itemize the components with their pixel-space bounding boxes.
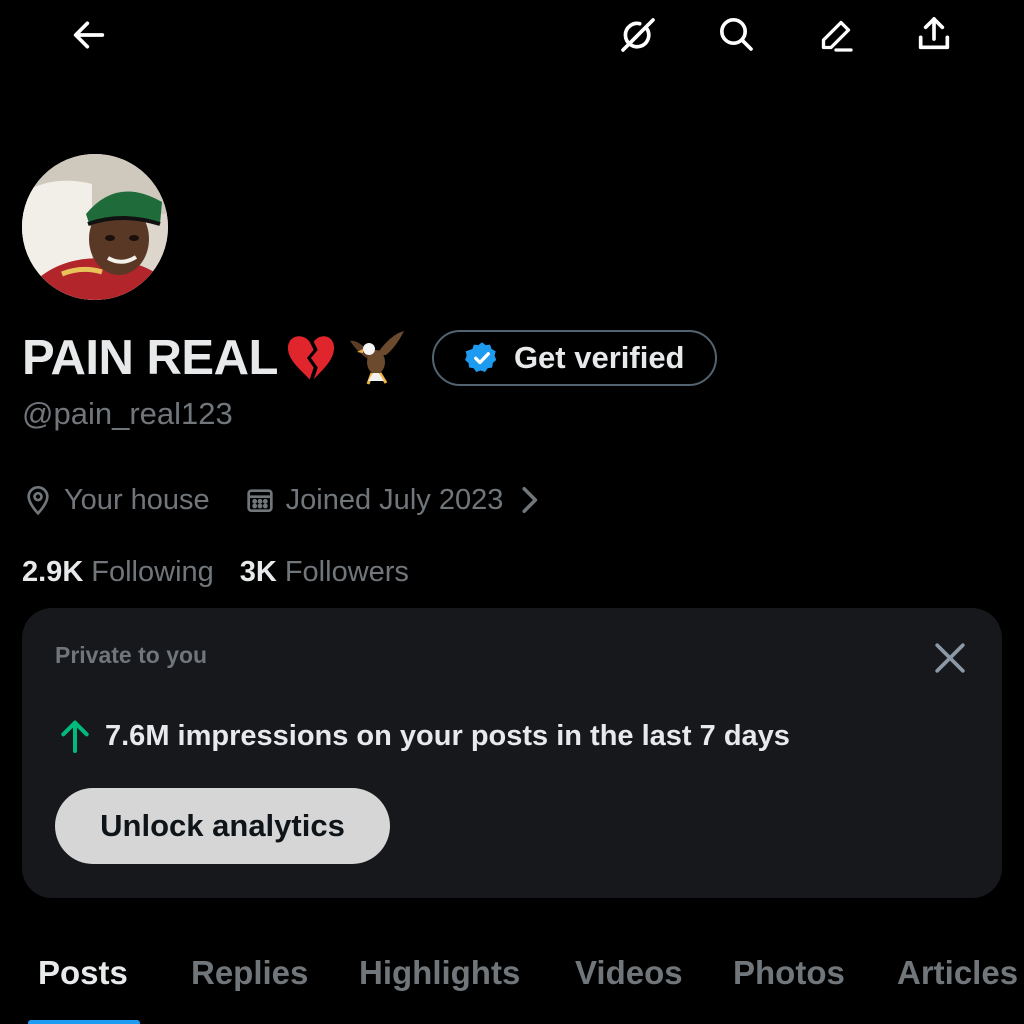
joined-text: Joined July 2023: [285, 483, 504, 516]
following-count: 2.9K: [22, 555, 84, 588]
avatar-photo: [22, 154, 168, 300]
search-button[interactable]: [708, 6, 764, 62]
tab-articles[interactable]: Articles: [897, 954, 1018, 992]
grok-icon: [621, 18, 655, 52]
follow-stats-row: 2.9K Following 3K Followers: [22, 550, 409, 594]
followers-count: 3K: [239, 555, 277, 588]
location-item: Your house: [22, 484, 210, 517]
get-verified-button[interactable]: Get verified: [431, 330, 717, 386]
dismiss-card-button[interactable]: [928, 636, 972, 680]
get-verified-label: Get verified: [513, 340, 685, 375]
edit-icon: [821, 20, 853, 52]
search-icon: [720, 18, 753, 51]
name-row: PAIN REAL Get verified: [22, 326, 717, 390]
location-text: Your house: [64, 483, 210, 516]
back-button[interactable]: [61, 7, 117, 63]
profile-page: PAIN REAL Get verified @pain_real123 You…: [0, 0, 1024, 1024]
impressions-text: 7.6M impressions on your posts in the la…: [105, 719, 790, 752]
broken-heart-emoji-icon: [287, 336, 334, 380]
unlock-analytics-button[interactable]: Unlock analytics: [55, 788, 390, 864]
top-bar: [0, 0, 1024, 70]
verified-badge-icon: [464, 342, 497, 372]
grok-button[interactable]: [610, 7, 666, 63]
edit-profile-button[interactable]: [808, 7, 864, 63]
up-arrow-icon: [61, 720, 89, 753]
tab-replies[interactable]: Replies: [191, 954, 308, 992]
tab-posts[interactable]: Posts: [38, 954, 128, 992]
following-link[interactable]: 2.9K Following: [22, 556, 214, 589]
close-icon: [935, 643, 965, 673]
tab-highlights[interactable]: Highlights: [359, 954, 520, 992]
profile-handle: @pain_real123: [22, 396, 233, 431]
joined-item[interactable]: Joined July 2023: [244, 484, 556, 517]
eagle-emoji-icon: [349, 331, 404, 385]
profile-meta-row: Your house Joined July 2023: [22, 478, 555, 522]
share-icon: [918, 17, 950, 50]
back-arrow-icon: [73, 21, 105, 49]
impressions-stat: 7.6M impressions on your posts in the la…: [55, 716, 790, 756]
display-name: PAIN REAL: [22, 330, 278, 385]
avatar[interactable]: [22, 154, 168, 300]
calendar-icon: [247, 489, 273, 512]
following-label: Following: [91, 555, 214, 588]
chevron-right-icon: [522, 487, 538, 513]
share-button[interactable]: [906, 6, 962, 62]
card-title: Private to you: [55, 642, 208, 668]
location-pin-icon: [27, 486, 49, 516]
active-tab-indicator: [28, 1020, 140, 1024]
tab-photos[interactable]: Photos: [733, 954, 845, 992]
tab-videos[interactable]: Videos: [575, 954, 683, 992]
private-analytics-card: Private to you 7.6M impressions on your …: [22, 608, 1002, 898]
profile-tabs: Posts Replies Highlights Videos Photos A…: [0, 940, 1024, 1024]
followers-label: Followers: [284, 555, 409, 588]
followers-link[interactable]: 3K Followers: [240, 556, 409, 589]
